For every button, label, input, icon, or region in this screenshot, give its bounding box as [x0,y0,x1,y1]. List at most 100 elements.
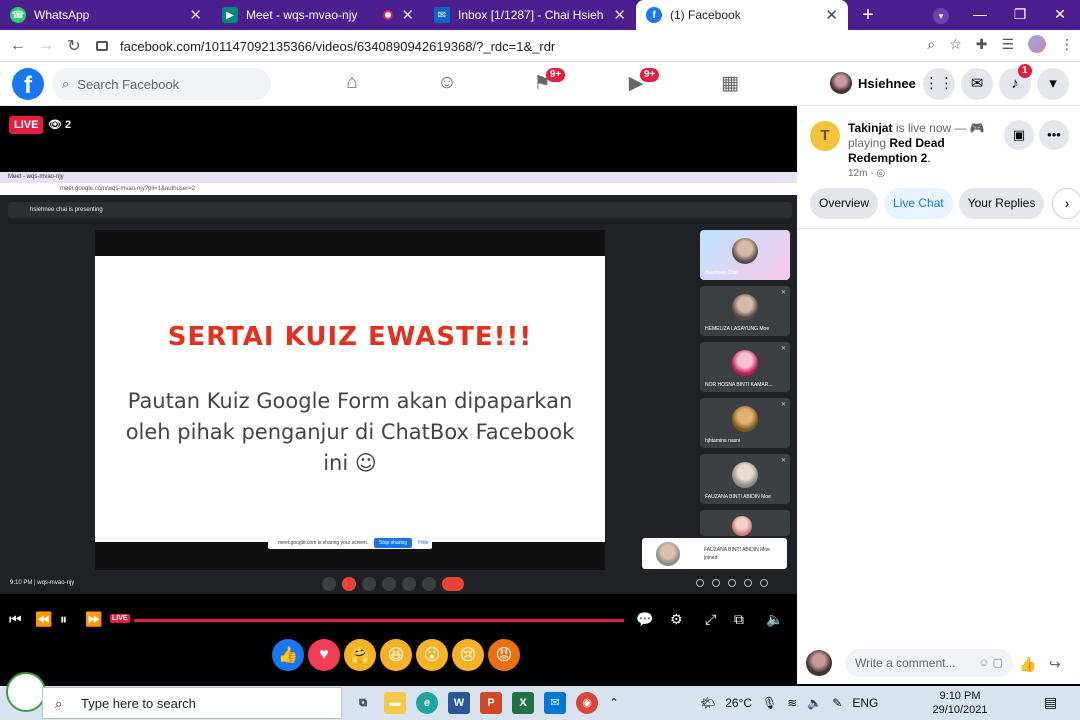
reload-icon[interactable]: ↻ [60,36,88,56]
task-view-icon[interactable]: ⧉ [352,692,374,714]
volume-icon[interactable]: 🔈 [766,611,783,628]
mail-icon[interactable]: ✉ [544,692,566,714]
meet-icon: ▶ [222,7,238,23]
taskbar-search-input[interactable]: ⌕ Type here to search [42,687,342,719]
haha-reaction-icon[interactable]: 😆 [380,639,412,671]
profile-chip[interactable]: Hsiehnee [830,72,916,94]
tab-overview[interactable]: Overview [810,188,879,219]
host-name[interactable]: Takinjat [848,121,892,135]
wow-reaction-icon[interactable]: 😮 [416,639,448,671]
facebook-logo-icon[interactable]: f [12,68,44,100]
care-reaction-icon[interactable]: 🤗 [344,639,376,671]
save-icon[interactable]: ▣ [1004,120,1034,150]
tab-meet[interactable]: ▶ Meet - wqs-mvao-njy ✕ [212,0,424,30]
tab-inbox[interactable]: ✉ Inbox [1/1287] - Chai Hsieh Nee ✕ [424,0,636,30]
sticker-icon[interactable]: ▢ [993,657,1003,669]
tab-live-chat[interactable]: Live Chat [884,188,953,219]
maximize-icon[interactable]: ❐ [1000,0,1040,30]
stop-sharing-button: Stop sharing [374,537,413,548]
temperature[interactable]: 26°C [725,696,752,710]
forward-icon[interactable]: → [32,37,60,55]
notifications-badge: 1 [1018,64,1032,78]
like-reaction-icon[interactable]: 👍 [272,639,304,671]
back-icon[interactable]: ← [4,37,32,55]
fullscreen-icon[interactable]: ⤢ [705,611,716,628]
profile-avatar[interactable] [1028,35,1046,53]
chat-bubble-icon[interactable]: 💬 [636,611,653,628]
progress-bar[interactable] [134,619,624,622]
powerpoint-icon[interactable]: P [480,692,502,714]
marketplace-icon[interactable]: ▦ [718,72,742,96]
close-window-icon[interactable]: ✕ [1040,0,1080,30]
zoom-icon[interactable]: ⌕ [927,36,935,53]
notification-center-icon[interactable]: ▤ [1044,694,1057,711]
close-tab-icon[interactable]: ✕ [613,6,626,24]
extensions-icon[interactable]: ✚ [976,36,988,53]
new-tab-button[interactable]: + [848,0,888,30]
minimize-icon[interactable]: — [960,0,1000,30]
chrome-icon[interactable]: ◉ [576,692,598,714]
reading-list-icon[interactable]: ☰ [1001,36,1014,53]
sad-reaction-icon[interactable]: 😢 [452,639,484,671]
file-explorer-icon[interactable]: ▬ [384,692,406,714]
avatar [806,650,832,676]
close-tab-icon[interactable]: ✕ [189,6,202,24]
share-icon[interactable]: ↪ [1049,656,1061,673]
friends-icon[interactable]: ☺ [435,72,459,96]
search-placeholder: Search Facebook [77,76,180,92]
pen-icon[interactable]: ✎ [832,696,842,710]
wifi-icon[interactable]: ≋ [787,696,797,710]
mail-icon: ✉ [434,7,450,23]
rewind-icon[interactable]: ⏪ [35,611,52,628]
facebook-search-input[interactable]: ⌕ Search Facebook [52,68,271,100]
language-indicator[interactable]: ENG [852,696,878,710]
edge-icon[interactable]: e [416,692,438,714]
pause-icon[interactable]: ⏸ [60,611,67,628]
avatar [732,462,758,488]
word-icon[interactable]: W [448,692,470,714]
tab-facebook[interactable]: f (1) Facebook ✕ [636,0,848,30]
tab-whatsapp[interactable]: ☎ WhatsApp ✕ [0,0,212,30]
menu-grid-icon[interactable]: ⋮⋮ [923,68,955,100]
close-tab-icon[interactable]: ✕ [401,6,414,24]
weather-icon: 🌤 [700,696,716,710]
taskbar-clock[interactable]: 9:10 PM 29/10/2021 [926,689,994,717]
home-icon[interactable]: ⌂ [340,72,364,96]
more-icon[interactable]: ••• [1039,120,1069,150]
chevron-right-icon[interactable]: › [1052,188,1080,219]
bookmark-star-icon[interactable]: ☆ [949,36,962,53]
excel-icon[interactable]: X [512,692,534,714]
close-tab-icon[interactable]: ✕ [825,6,838,24]
meeting-code: wqs-mvao-njy [37,580,75,586]
live-indicator: LIVE [110,614,130,623]
like-icon[interactable]: 👍 [1019,656,1036,673]
host-avatar[interactable]: T [810,121,840,151]
url-field[interactable]: facebook.com/101147092135366/videos/6340… [96,33,958,59]
skip-back-icon[interactable]: ⏮ [9,611,22,628]
chevron-up-icon[interactable]: ⌃ [608,692,620,714]
settings-gear-icon[interactable]: ⚙ [670,611,683,628]
start-logo-icon[interactable] [6,672,46,712]
url-text: facebook.com/101147092135366/videos/6340… [120,38,556,54]
volume-icon[interactable]: 🔈 [807,696,822,710]
messenger-icon[interactable]: ✉ [961,68,993,100]
avatar [732,516,752,536]
fast-forward-icon[interactable]: ⏩ [85,611,102,628]
pages-badge: 9+ [546,68,566,82]
emoji-icon[interactable]: ☺ [978,657,989,669]
love-reaction-icon[interactable]: ♥ [308,639,340,671]
more-menu-icon[interactable]: ⋮ [1060,36,1074,53]
participant-name: HEMELIZA LASAYUNG Moe [705,326,770,332]
picture-in-picture-icon[interactable]: ⧉ [734,611,744,628]
video-side-panel: T Takinjat is live now — 🎮 playing Red D… [797,106,1080,684]
angry-reaction-icon[interactable]: 😡 [488,639,520,671]
live-video-player[interactable]: LIVE 👁 2 Meet - wqs-mvao-njy meet.google… [0,106,797,684]
mic-icon [322,577,336,591]
tab-search-icon[interactable]: ▾ [933,8,949,24]
globe-icon: ◎ [876,168,886,179]
tab-your-replies[interactable]: Your Replies [958,188,1045,219]
account-dropdown-icon[interactable]: ▾ [1037,68,1069,100]
avatar [732,350,758,376]
comment-input[interactable]: Write a comment... ☺ ▢ [845,649,1013,677]
captions-icon [362,577,376,591]
